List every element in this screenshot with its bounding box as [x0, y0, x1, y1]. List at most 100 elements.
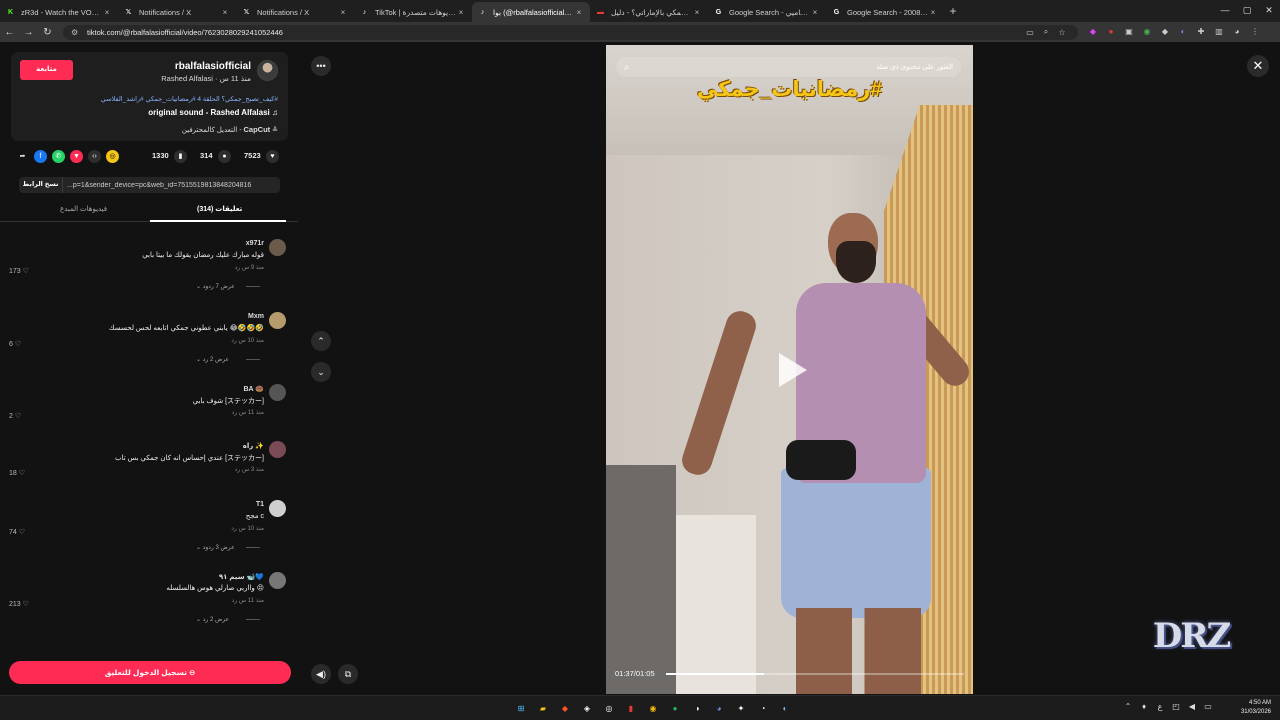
sidebar-icon[interactable]: ▥ [1210, 25, 1228, 39]
comment-avatar[interactable] [269, 572, 286, 589]
previous-video-icon[interactable]: ⌃ [311, 331, 331, 351]
extensions-puzzle-icon[interactable]: ✚ [1192, 25, 1210, 39]
comment-author[interactable]: BA 🍩 [243, 385, 264, 393]
share-icon[interactable]: ➦ [16, 150, 29, 163]
tab-comments[interactable]: (314) تعليقات [197, 205, 242, 213]
comment-avatar[interactable] [269, 384, 286, 401]
heart-icon[interactable]: ♥ [266, 150, 279, 163]
maximize-icon[interactable]: ▢ [1236, 0, 1258, 22]
language-indicator[interactable]: ع [1152, 702, 1168, 711]
tab-close-icon[interactable]: × [810, 8, 820, 17]
close-icon[interactable]: ✕ [1247, 55, 1269, 77]
related-search-bar[interactable]: ⌕ العثور على محتوى ذي صلة [616, 57, 961, 77]
comment-author[interactable]: سيم ٩١ 🐋💙 [219, 573, 264, 581]
browser-tab[interactable]: G Google Search - لكزس 2008× [826, 2, 944, 22]
comment-like-count[interactable]: 18 ♡ [9, 469, 25, 477]
tab-close-icon[interactable]: × [574, 8, 584, 17]
view-replies-link[interactable]: عرض 2 رد ⌄ [196, 616, 229, 623]
author-username[interactable]: rbalfalasiofficial [175, 61, 251, 72]
address-bar[interactable]: ⚙ tiktok.com/@rbalfalasiofficial/video/7… [63, 24, 1078, 40]
window-close-icon[interactable]: ✕ [1258, 0, 1280, 22]
comment-avatar[interactable] [269, 500, 286, 517]
comment-avatar[interactable] [269, 239, 286, 256]
browser-tab[interactable]: ♪ بوا (@rbalfalasiofficial) | TikTok× [472, 2, 590, 22]
comment-author[interactable]: T1 [256, 501, 264, 508]
browser-tab[interactable]: G Google Search - حمود باميي× [708, 2, 826, 22]
view-replies-link[interactable]: عرض 3 ردود ⌄ [196, 544, 235, 551]
zoom-icon[interactable]: ⌕ [1038, 27, 1054, 37]
taskbar-clock[interactable]: 4:50 AM 31/03/2026 [1241, 699, 1271, 717]
url-text[interactable]: tiktok.com/@rbalfalasiofficial/video/762… [87, 28, 1022, 37]
facebook-icon[interactable]: f [34, 150, 47, 163]
post-hashtags[interactable]: #كيف_تصبح_جمكي؟ الحلقة 4 #رمضانيات_جمكي … [101, 95, 278, 103]
tab-close-icon[interactable]: × [928, 8, 938, 17]
play-icon[interactable] [779, 353, 807, 387]
forward-icon[interactable]: → [19, 27, 38, 38]
menu-icon[interactable]: ⋮ [1246, 25, 1264, 39]
back-icon[interactable]: ← [0, 27, 19, 38]
minimize-icon[interactable]: — [1214, 0, 1236, 22]
copy-link-button[interactable]: نسخ الرابط [19, 177, 63, 193]
pip-icon[interactable]: ⧉ [338, 664, 358, 684]
new-tab-icon[interactable]: + [944, 4, 962, 18]
microphone-icon[interactable]: ♦ [1136, 702, 1152, 711]
tab-close-icon[interactable]: × [692, 8, 702, 17]
comment-like-count[interactable]: 6 ♡ [9, 340, 21, 348]
login-to-comment-button[interactable]: تسجيل الدخول للتعليق ⊖ [9, 661, 291, 684]
network-icon[interactable]: ◰ [1168, 702, 1184, 711]
author-avatar[interactable] [257, 60, 278, 81]
app-icon[interactable]: ◎ [598, 700, 620, 717]
tray-chevron-icon[interactable]: ⌃ [1120, 702, 1136, 711]
profile-icon[interactable]: ◕ [1228, 25, 1246, 39]
extension-icon[interactable]: ◐ [1174, 25, 1192, 39]
comment-author[interactable]: راه ✨ [243, 442, 264, 450]
site-info-icon[interactable]: ⚙ [71, 28, 81, 37]
app-icon[interactable]: ▮ [620, 700, 642, 717]
comment-like-count[interactable]: 213 ♡ [9, 600, 29, 608]
cast-icon[interactable]: ▭ [1022, 28, 1038, 37]
app-icon[interactable]: ◈ [576, 700, 598, 717]
volume-icon[interactable]: ◀) [311, 664, 331, 684]
tab-creator-videos[interactable]: فيديوهات المبدع [60, 205, 107, 213]
comment-like-count[interactable]: 2 ♡ [9, 412, 21, 420]
gift-icon[interactable]: ◎ [106, 150, 119, 163]
comment-author[interactable]: x971r [246, 240, 264, 247]
tab-close-icon[interactable]: × [338, 8, 348, 17]
follow-button[interactable]: متابعة [20, 60, 73, 80]
comment-author[interactable]: Mxm [248, 313, 264, 320]
comment-like-count[interactable]: 74 ♡ [9, 528, 25, 536]
browser-tab[interactable]: ▬ ما معنى جمكي بالإماراتي؟ - دليل× [590, 2, 708, 22]
comment-avatar[interactable] [269, 441, 286, 458]
browser-tab[interactable]: KzR3d - Watch the VOD on Kick× [0, 2, 118, 22]
extension-icon[interactable]: ◉ [1138, 25, 1156, 39]
battery-icon[interactable]: ▭ [1200, 702, 1216, 711]
browser-tab[interactable]: ♪ TikTok | شاهد فيديوهات متصدرة× [354, 2, 472, 22]
spotify-icon[interactable]: ● [664, 700, 686, 717]
chrome-icon[interactable]: ◉ [642, 700, 664, 717]
app-icon[interactable]: ◑ [686, 700, 708, 717]
extension-icon[interactable]: ◆ [1084, 25, 1102, 39]
browser-tab[interactable]: 𝕏 Notifications / X × [236, 2, 354, 22]
video-player[interactable]: ⌕ العثور على محتوى ذي صلة #رمضانيات_جمكي… [606, 45, 973, 694]
tab-close-icon[interactable]: × [456, 8, 466, 17]
comment-avatar[interactable] [269, 312, 286, 329]
tab-close-icon[interactable]: × [220, 8, 230, 17]
file-explorer-icon[interactable]: ▰ [532, 700, 554, 717]
reload-icon[interactable]: ↻ [38, 27, 57, 38]
share-link-text[interactable]: ...p=1&sender_device=pc&web_id=751551981… [63, 182, 280, 189]
tab-close-icon[interactable]: × [102, 8, 112, 17]
app-icon[interactable]: ✦ [730, 700, 752, 717]
extension-icon[interactable]: ● [1102, 25, 1120, 39]
extension-icon[interactable]: ▣ [1120, 25, 1138, 39]
app-icon[interactable]: ◔ [752, 700, 774, 717]
comment-like-count[interactable]: 173 ♡ [9, 267, 29, 275]
view-replies-link[interactable]: عرض 2 رد ⌄ [196, 356, 229, 363]
video-progress-bar[interactable] [666, 673, 964, 675]
steam-icon[interactable]: ◐ [774, 700, 796, 717]
capcut-promo[interactable]: التعديل كالمحترفين - CapCut ≚ [182, 125, 278, 134]
whatsapp-icon[interactable]: ✆ [52, 150, 65, 163]
repost-icon[interactable]: ▼ [70, 150, 83, 163]
brave-icon[interactable]: ◆ [554, 700, 576, 717]
sound-link[interactable]: original sound - Rashed Alfalasi ♫ [148, 108, 278, 117]
bookmark-star-icon[interactable]: ☆ [1054, 28, 1070, 37]
